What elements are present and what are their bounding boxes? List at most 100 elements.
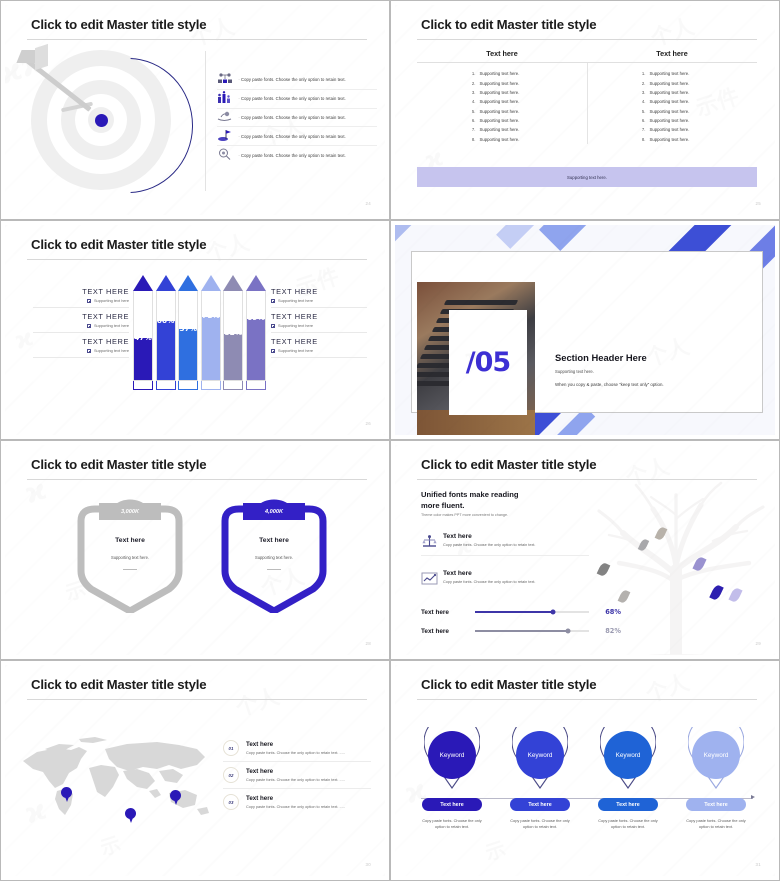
item-heading: Text here — [246, 768, 274, 775]
page-number: 29 — [755, 641, 761, 646]
arrow-bar[interactable]: 57% — [178, 275, 199, 390]
network-icon — [217, 72, 237, 87]
slide-world-map[interactable]: 个人 ϰ 示 Click to edit Master title style — [0, 660, 390, 881]
keyword-item[interactable]: Keyword Text here Copy paste fonts. Choo… — [413, 727, 491, 831]
bar-value: 69% — [247, 313, 265, 323]
progress-row[interactable]: Text here 68% — [421, 608, 621, 616]
shield-sub: Supporting text here. — [254, 555, 293, 560]
item-number: 02 — [223, 767, 239, 783]
keyword-button[interactable]: Text here — [422, 798, 482, 811]
page-number: 28 — [365, 641, 371, 646]
list-item[interactable]: · Copy paste fonts. Choose the only opti… — [217, 90, 377, 109]
progress-track[interactable] — [475, 609, 589, 615]
list-item-text: Copy paste fonts. Choose the only option… — [241, 153, 346, 159]
label-heading: TEXT HERE — [82, 337, 129, 346]
section-number: /05 — [465, 347, 511, 378]
shield-gray[interactable]: 3,000K Text here Supporting text here. — [71, 493, 189, 613]
keyword-pin[interactable]: Keyword — [600, 727, 656, 789]
keyword-button[interactable]: Text here — [510, 798, 570, 811]
keyword-label: Keyword — [604, 731, 652, 779]
slide-shield-compare[interactable]: ϰ 个人 示 Click to edit Master title style … — [0, 440, 390, 660]
table-row: 5. Supporting text here. — [641, 108, 690, 114]
arrow-bar[interactable]: 52% — [223, 275, 244, 390]
arrow-bar[interactable]: 69% — [245, 275, 266, 390]
page-title: Click to edit Master title style — [31, 457, 207, 472]
bullet-square-icon — [271, 323, 275, 328]
keyword-button[interactable]: Text here — [598, 798, 658, 811]
keyword-item[interactable]: Keyword Text here Copy paste fonts. Choo… — [589, 727, 667, 831]
keyword-label: Keyword — [428, 731, 476, 779]
feature-heading: Text here — [443, 533, 472, 540]
bullseye-icon — [95, 114, 108, 127]
label-sub: Supporting text here — [271, 298, 367, 308]
page-title: Click to edit Master title style — [31, 237, 207, 252]
table-row: 5. Supporting text here. — [471, 108, 520, 114]
arrow-bar[interactable]: 47% — [133, 275, 153, 390]
feature-text: Copy paste fonts. Choose the only option… — [443, 580, 536, 584]
list-item[interactable]: · Copy paste fonts. Choose the only opti… — [217, 146, 377, 165]
vertical-divider — [205, 51, 206, 191]
shield-heading: Text here — [115, 537, 145, 544]
progress-knob[interactable] — [565, 628, 571, 634]
feature-row[interactable]: Text here Copy paste fonts. Choose the o… — [421, 533, 589, 556]
table-column-right: 1. Supporting text here. 2. Supporting tex… — [587, 63, 757, 144]
arrow-bar[interactable]: 66% — [155, 275, 176, 390]
bar-value: 71% — [201, 311, 220, 321]
section-text-block: Section Header Here Supporting text here… — [555, 352, 765, 387]
label-sub: Supporting text here — [33, 348, 129, 358]
list-item-text: Copy paste fonts. Choose the only option… — [241, 114, 346, 120]
item-text: Copy paste fonts. Choose the only option… — [246, 778, 345, 782]
progress-knob[interactable] — [550, 609, 556, 615]
slide-arrow-bars[interactable]: 个人 示件 ϰ Click to edit Master title style… — [0, 220, 390, 440]
slide-tree-progress[interactable]: 个人 ϰ Click to edit Master title style Un… — [390, 440, 780, 660]
table-row: 7. Supporting text here. — [471, 127, 520, 133]
bullet-square-icon — [86, 298, 91, 303]
table-row: 6. Supporting text here. — [471, 118, 520, 124]
bullet-square-icon — [271, 348, 275, 353]
title-divider — [417, 479, 757, 480]
list-item[interactable]: 01 Text here Copy paste fonts. Choose th… — [223, 735, 371, 762]
label-heading: TEXT HERE — [82, 287, 129, 296]
label-heading: TEXT HERE — [271, 337, 318, 346]
keyword-pin[interactable]: Keyword — [688, 727, 744, 789]
slide-two-column-table[interactable]: 个人 示件 ϰ Click to edit Master title style… — [390, 0, 780, 220]
list-item[interactable]: 03 Text here Copy paste fonts. Choose th… — [223, 789, 371, 815]
slide-keyword-timeline[interactable]: 个人 ϰ 示 Click to edit Master title style … — [390, 660, 780, 881]
progress-label: Text here — [421, 608, 449, 616]
keyword-label: Keyword — [516, 731, 564, 779]
progress-track[interactable] — [475, 628, 589, 634]
arrow-bar[interactable]: 71% — [200, 275, 221, 390]
keyword-desc: Copy paste fonts. Choose the only option… — [686, 818, 746, 830]
table-row: 3. Supporting text here. — [641, 89, 690, 95]
page-title: Click to edit Master title style — [31, 17, 207, 32]
table-header-row: Text here Text here — [417, 45, 757, 63]
bar-value: 47% — [134, 332, 152, 342]
keyword-item[interactable]: Keyword Text here Copy paste fonts. Choo… — [501, 727, 579, 831]
shield-blue[interactable]: 4,000K Text here Supporting text here. — [215, 493, 333, 613]
bullet-square-icon — [86, 323, 91, 328]
list-item[interactable]: · Copy paste fonts. Choose the only opti… — [217, 127, 377, 147]
list-item[interactable]: · Copy paste fonts. Choose the only opti… — [217, 109, 377, 128]
keyword-pin[interactable]: Keyword — [424, 727, 480, 789]
keyword-pin[interactable]: Keyword — [512, 727, 568, 789]
map-pin[interactable] — [170, 790, 181, 805]
shield-divider — [123, 569, 137, 570]
page-number: 30 — [365, 862, 371, 867]
table-row: 6. Supporting text here. — [641, 118, 690, 124]
map-pin[interactable] — [61, 787, 72, 802]
keyword-button[interactable]: Text here — [686, 798, 746, 811]
slide-section-header[interactable]: /05 Section Header Here Supporting text … — [390, 220, 780, 440]
list-item[interactable]: · Copy paste fonts. Choose the only opti… — [217, 71, 377, 90]
list-item[interactable]: 02 Text here Copy paste fonts. Choose th… — [223, 762, 371, 789]
item-text: Copy paste fonts. Choose the only option… — [246, 805, 345, 809]
table-column-left: 1. Supporting text here. 2. Supporting tex… — [417, 63, 587, 144]
map-pin[interactable] — [125, 808, 136, 823]
title-divider — [417, 39, 757, 40]
slide-target-list[interactable]: ϰϰ 个人 个人 个 Click to edit Master title st… — [0, 0, 390, 220]
keyword-item[interactable]: Keyword Text here Copy paste fonts. Choo… — [677, 727, 755, 831]
page-number: 24 — [365, 201, 371, 206]
feature-row[interactable]: Text here Copy paste fonts. Choose the o… — [421, 570, 589, 585]
table-row: 2. Supporting text here. — [641, 80, 690, 86]
progress-row[interactable]: Text here 82% — [421, 627, 621, 635]
right-label-group: TEXT HERE Supporting text here TEXT HERE… — [271, 283, 367, 358]
